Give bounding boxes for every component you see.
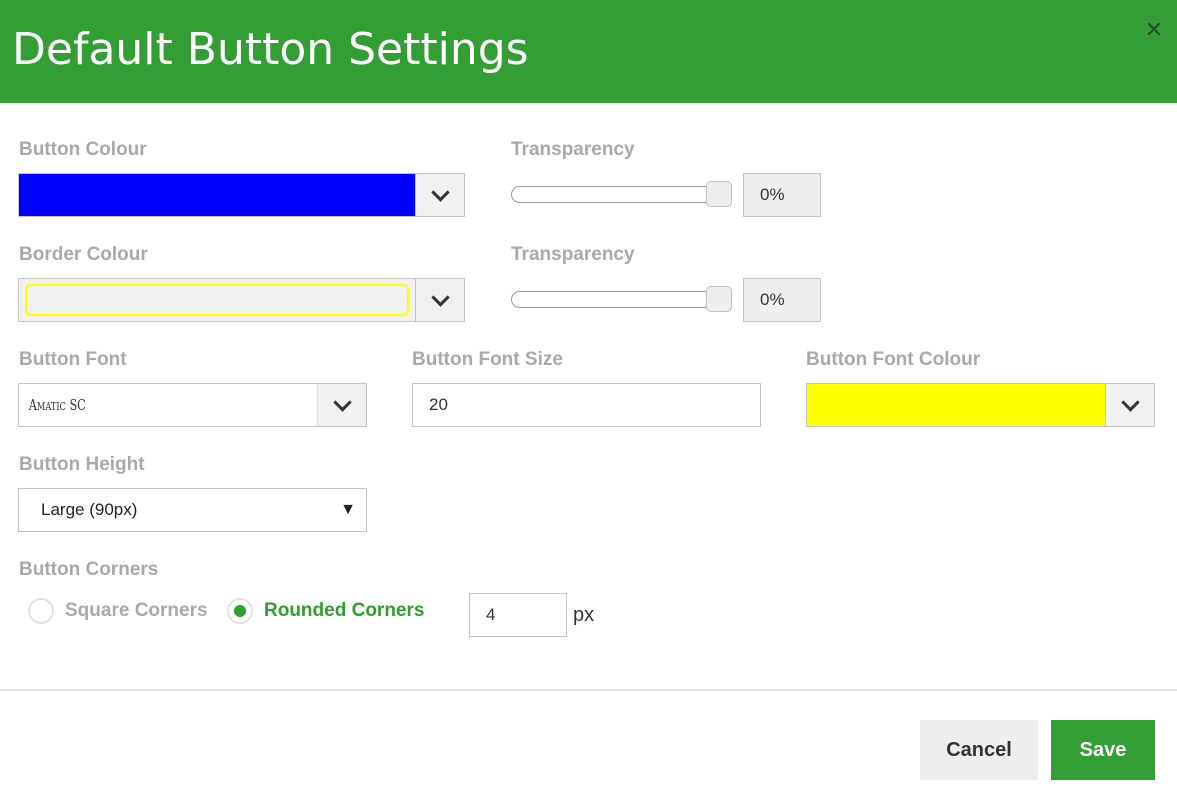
button-font-colour-picker[interactable] (806, 383, 1155, 427)
dialog-header: Default Button Settings ✕ (0, 0, 1177, 103)
button-colour-dropdown-button[interactable] (415, 174, 464, 216)
button-font-select[interactable]: Amatic SC (18, 383, 367, 427)
chevron-down-icon (332, 392, 352, 412)
button-font-colour-swatch[interactable] (807, 384, 1105, 426)
button-font-colour-label: Button Font Colour (806, 349, 981, 370)
button-colour-label: Button Colour (19, 139, 147, 160)
button-height-label: Button Height (19, 454, 145, 475)
corner-radius-input[interactable]: 4 (469, 593, 567, 637)
chevron-down-icon (1120, 392, 1140, 412)
button-font-size-label: Button Font Size (412, 349, 563, 370)
footer-divider (0, 689, 1177, 691)
button-transparency-slider-handle[interactable] (706, 181, 732, 207)
close-icon[interactable]: ✕ (1143, 18, 1165, 42)
rounded-corners-label[interactable]: Rounded Corners (264, 600, 424, 622)
dialog-title: Default Button Settings (12, 24, 529, 75)
chevron-down-icon (430, 182, 450, 202)
corner-radius-unit: px (573, 604, 595, 626)
button-font-colour-dropdown-button[interactable] (1105, 384, 1154, 426)
button-transparency-slider[interactable] (511, 186, 732, 203)
border-colour-picker[interactable] (18, 278, 465, 322)
border-transparency-label: Transparency (511, 244, 635, 265)
button-font-value: Amatic SC (28, 396, 86, 414)
button-colour-picker[interactable] (18, 173, 465, 217)
button-colour-swatch[interactable] (19, 174, 415, 216)
border-transparency-value[interactable]: 0% (743, 278, 821, 322)
square-corners-label[interactable]: Square Corners (65, 600, 208, 622)
button-transparency-label: Transparency (511, 139, 635, 160)
button-height-value: Large (90px) (41, 500, 138, 519)
border-transparency-slider-handle[interactable] (706, 286, 732, 312)
border-colour-preview (25, 284, 409, 316)
button-corners-label: Button Corners (19, 559, 159, 580)
cancel-button[interactable]: Cancel (920, 720, 1038, 780)
button-font-dropdown-button[interactable] (317, 384, 366, 426)
triangle-down-icon: ▼ (340, 501, 356, 518)
button-height-select[interactable]: Large (90px) ▼ (18, 488, 367, 532)
save-button[interactable]: Save (1051, 720, 1155, 780)
border-transparency-slider[interactable] (511, 291, 732, 308)
button-font-size-input[interactable]: 20 (412, 383, 761, 427)
border-colour-swatch[interactable] (19, 279, 415, 321)
border-colour-dropdown-button[interactable] (415, 279, 464, 321)
border-colour-label: Border Colour (19, 244, 148, 265)
button-transparency-value[interactable]: 0% (743, 173, 821, 217)
button-font-label: Button Font (19, 349, 127, 370)
square-corners-radio[interactable] (28, 598, 54, 624)
chevron-down-icon (430, 287, 450, 307)
rounded-corners-radio[interactable] (227, 598, 253, 624)
